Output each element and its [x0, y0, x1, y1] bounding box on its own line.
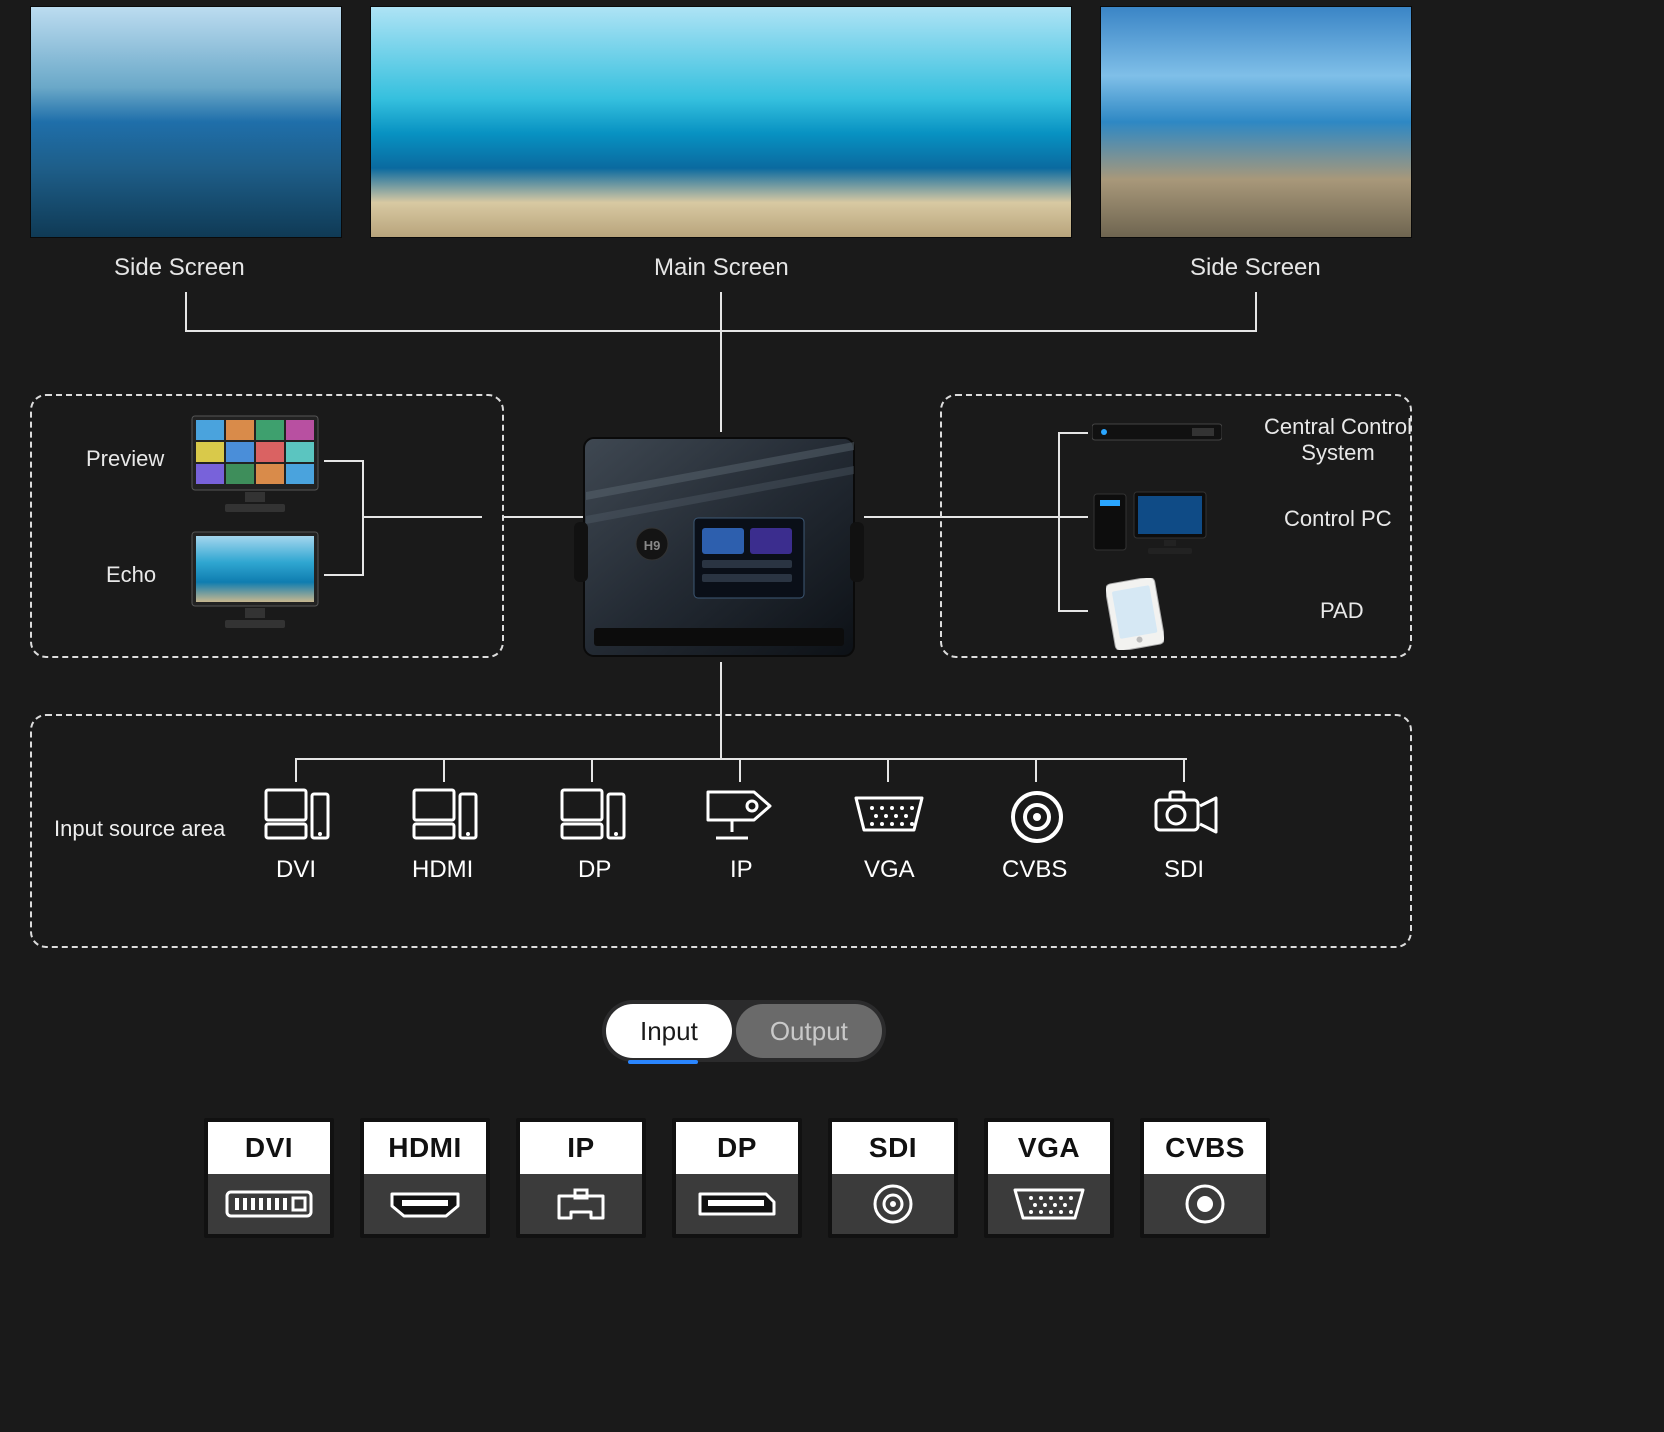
dp-source-label: DP: [578, 856, 611, 884]
io-card-vga: VGA: [984, 1118, 1114, 1238]
io-card-row: DVI HDMI: [204, 1118, 1270, 1238]
input-bus: [295, 758, 1187, 760]
hdmi-source-icon: [410, 786, 480, 844]
io-card-ip-label: IP: [520, 1122, 642, 1174]
dvi-source-label: DVI: [276, 856, 316, 884]
screen-conn-right-v: [1255, 292, 1257, 332]
io-card-sdi: SDI: [828, 1118, 958, 1238]
tab-input[interactable]: Input: [606, 1004, 732, 1058]
sdi-source-icon: [1146, 786, 1224, 844]
dp-connector-icon: [694, 1188, 780, 1220]
io-tabs: Input Output: [602, 1000, 886, 1062]
hdmi-connector-icon: [386, 1186, 464, 1222]
right-inner-h1: [1058, 432, 1088, 434]
right-inner-h2: [1058, 516, 1088, 518]
io-card-dp-label: DP: [676, 1122, 798, 1174]
side-screen-left-label: Side Screen: [114, 254, 245, 282]
input-drop-vga: [887, 758, 889, 782]
io-card-hdmi: HDMI: [360, 1118, 490, 1238]
main-screen-label: Main Screen: [654, 254, 789, 282]
central-device: H9: [574, 432, 864, 662]
control-pc-label: Control PC: [1284, 506, 1392, 532]
hdmi-source-label: HDMI: [412, 856, 473, 884]
input-drop-cvbs: [1035, 758, 1037, 782]
left-inner-h-top: [324, 460, 364, 462]
cvbs-source-label: CVBS: [1002, 856, 1067, 884]
dvi-source-icon: [262, 786, 332, 844]
tab-output[interactable]: Output: [736, 1004, 882, 1058]
input-bus-feed: [720, 718, 722, 758]
left-inner-h-bot: [324, 574, 364, 576]
side-screen-right-label: Side Screen: [1190, 254, 1321, 282]
io-card-cvbs: CVBS: [1140, 1118, 1270, 1238]
right-inner-h3: [1058, 610, 1088, 612]
input-drop-hdmi: [443, 758, 445, 782]
input-drop-dvi: [295, 758, 297, 782]
io-card-dvi-label: DVI: [208, 1122, 330, 1174]
vga-source-icon: [848, 790, 930, 838]
left-inner-v: [362, 460, 364, 576]
screen-conn-main-v: [720, 292, 722, 432]
central-control-system-label: Central Control System: [1264, 414, 1412, 466]
right-inner-v: [1058, 432, 1060, 612]
pad-label: PAD: [1320, 598, 1364, 624]
echo-label: Echo: [106, 562, 156, 588]
cvbs-connector-icon: [1181, 1180, 1229, 1228]
svg-text:H9: H9: [644, 538, 661, 553]
central-control-system-icon: [1092, 420, 1222, 446]
tab-active-underline: [628, 1060, 698, 1064]
preview-label: Preview: [86, 446, 164, 472]
side-screen-left-image: [30, 6, 342, 238]
input-drop-dp: [591, 758, 593, 782]
io-card-dvi: DVI: [204, 1118, 334, 1238]
control-pc-icon: [1092, 486, 1212, 556]
io-card-vga-label: VGA: [988, 1122, 1110, 1174]
ip-source-label: IP: [730, 856, 753, 884]
ip-source-icon: [702, 786, 780, 844]
pad-icon: [1106, 578, 1164, 650]
side-screen-right-image: [1100, 6, 1412, 238]
right-inner-in: [960, 516, 1060, 518]
dvi-connector-icon: [225, 1186, 313, 1222]
io-card-dp: DP: [672, 1118, 802, 1238]
vga-source-label: VGA: [864, 856, 915, 884]
sdi-source-label: SDI: [1164, 856, 1204, 884]
ethernet-connector-icon: [553, 1184, 609, 1224]
main-screen-image: [370, 6, 1072, 238]
screen-conn-left-v: [185, 292, 187, 332]
vga-connector-icon: [1007, 1184, 1091, 1224]
input-drop-ip: [739, 758, 741, 782]
io-card-cvbs-label: CVBS: [1144, 1122, 1266, 1174]
input-drop-sdi: [1183, 758, 1185, 782]
echo-monitor-icon: [190, 530, 320, 630]
dp-source-icon: [558, 786, 628, 844]
io-card-ip: IP: [516, 1118, 646, 1238]
io-card-sdi-label: SDI: [832, 1122, 954, 1174]
input-source-area-title: Input source area: [54, 816, 225, 842]
io-card-hdmi-label: HDMI: [364, 1122, 486, 1174]
cvbs-source-icon: [1008, 788, 1066, 846]
left-inner-out: [362, 516, 482, 518]
preview-monitor-icon: [190, 414, 320, 514]
sdi-connector-icon: [869, 1180, 917, 1228]
